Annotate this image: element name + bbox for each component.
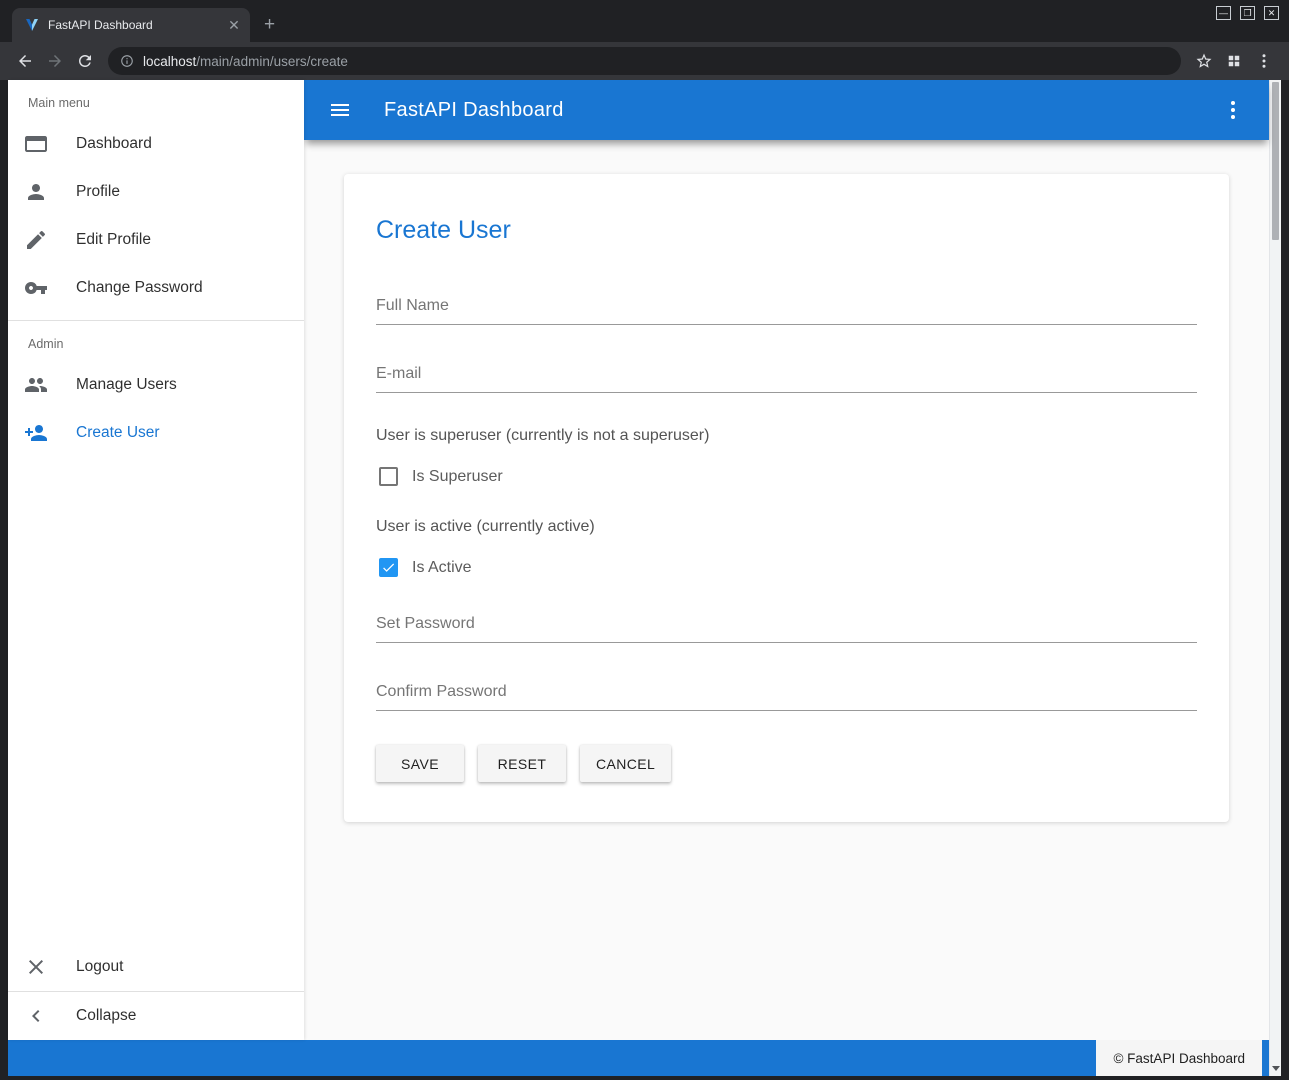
- full-name-field: [376, 291, 1197, 325]
- active-checkbox[interactable]: [379, 558, 398, 577]
- sidebar-item-label: Collapse: [76, 1007, 136, 1025]
- reset-button[interactable]: RESET: [478, 745, 566, 782]
- sidebar-item-label: Logout: [76, 958, 123, 976]
- sidebar-item-label: Profile: [76, 183, 120, 201]
- person-add-icon: [24, 421, 48, 445]
- key-icon: [24, 276, 48, 300]
- sidebar-item-manage-users[interactable]: Manage Users: [8, 361, 304, 409]
- people-icon: [24, 373, 48, 397]
- confirm-password-field: [376, 677, 1197, 711]
- sidebar-item-collapse[interactable]: Collapse: [8, 992, 304, 1040]
- sidebar-caption-main-menu: Main menu: [8, 80, 304, 120]
- sidebar-item-label: Manage Users: [76, 376, 177, 394]
- sidebar-item-edit-profile[interactable]: Edit Profile: [8, 216, 304, 264]
- browser-tab-strip: FastAPI Dashboard ✕ + — ❒ ✕: [0, 0, 1289, 42]
- app-bar: FastAPI Dashboard: [304, 80, 1269, 140]
- active-hint: User is active (currently active): [376, 518, 1197, 536]
- content-area: Create User User is superuser (currently…: [304, 140, 1269, 1040]
- tab-title: FastAPI Dashboard: [48, 18, 218, 32]
- minimize-button[interactable]: —: [1216, 6, 1231, 20]
- sidebar-caption-admin: Admin: [8, 321, 304, 361]
- browser-window: FastAPI Dashboard ✕ + — ❒ ✕ localhost/ma…: [0, 0, 1289, 1080]
- url-path: /main/admin/users/create: [196, 54, 348, 69]
- browser-tab[interactable]: FastAPI Dashboard ✕: [12, 8, 250, 42]
- new-tab-button[interactable]: +: [264, 17, 275, 33]
- active-checkbox-label[interactable]: Is Active: [412, 559, 472, 577]
- full-name-input[interactable]: [376, 291, 1197, 325]
- site-info-icon[interactable]: [120, 54, 134, 68]
- back-icon[interactable]: [10, 46, 40, 76]
- superuser-checkbox-label[interactable]: Is Superuser: [412, 468, 503, 486]
- url-text: localhost/main/admin/users/create: [143, 54, 348, 69]
- sidebar-item-change-password[interactable]: Change Password: [8, 264, 304, 312]
- scrollbar-thumb[interactable]: [1272, 82, 1279, 240]
- set-password-input[interactable]: [376, 609, 1197, 643]
- email-field: [376, 359, 1197, 393]
- window-close-button[interactable]: ✕: [1264, 6, 1279, 20]
- pencil-icon: [24, 228, 48, 252]
- bookmark-star-icon[interactable]: [1189, 46, 1219, 76]
- window-controls: — ❒ ✕: [1216, 6, 1279, 20]
- page: Main menu Dashboard Profile: [8, 80, 1281, 1076]
- page-title: Create User: [376, 216, 1197, 245]
- sidebar-item-dashboard[interactable]: Dashboard: [8, 120, 304, 168]
- reload-icon[interactable]: [70, 46, 100, 76]
- browser-menu-icon[interactable]: [1249, 46, 1279, 76]
- create-user-card: Create User User is superuser (currently…: [344, 174, 1229, 822]
- url-host: localhost: [143, 54, 196, 69]
- sidebar-item-label: Create User: [76, 424, 160, 442]
- main-area: FastAPI Dashboard Create User: [304, 80, 1269, 1040]
- person-icon: [24, 180, 48, 204]
- appbar-kebab-icon[interactable]: [1213, 90, 1253, 130]
- sidebar-item-label: Change Password: [76, 279, 203, 297]
- check-icon: [381, 560, 396, 575]
- appbar-title: FastAPI Dashboard: [384, 99, 564, 122]
- email-input[interactable]: [376, 359, 1197, 393]
- set-password-field: [376, 609, 1197, 643]
- page-body: Main menu Dashboard Profile: [8, 80, 1281, 1040]
- sidebar-item-logout[interactable]: Logout: [8, 943, 304, 991]
- scrollbar-down-arrow-icon[interactable]: [1270, 1063, 1281, 1073]
- forward-icon[interactable]: [40, 46, 70, 76]
- sidebar-item-label: Dashboard: [76, 135, 152, 153]
- address-bar[interactable]: localhost/main/admin/users/create: [108, 47, 1181, 75]
- sidebar-item-create-user[interactable]: Create User: [8, 409, 304, 457]
- dashboard-icon: [24, 132, 48, 156]
- chevron-left-icon: [24, 1004, 48, 1028]
- sidebar: Main menu Dashboard Profile: [8, 80, 304, 1040]
- hamburger-menu-icon[interactable]: [320, 90, 360, 130]
- browser-toolbar: localhost/main/admin/users/create: [0, 42, 1289, 80]
- page-scrollbar[interactable]: [1269, 80, 1281, 1076]
- logout-close-icon: [24, 955, 48, 979]
- vuetify-favicon-icon: [24, 17, 40, 33]
- extensions-icon[interactable]: [1219, 46, 1249, 76]
- confirm-password-input[interactable]: [376, 677, 1197, 711]
- tab-close-icon[interactable]: ✕: [226, 17, 242, 33]
- superuser-checkbox-row[interactable]: Is Superuser: [376, 467, 1197, 486]
- form-actions: SAVE RESET CANCEL: [376, 745, 1197, 782]
- maximize-button[interactable]: ❒: [1240, 6, 1255, 20]
- sidebar-spacer: [8, 457, 304, 943]
- sidebar-item-profile[interactable]: Profile: [8, 168, 304, 216]
- superuser-checkbox[interactable]: [379, 467, 398, 486]
- sidebar-item-label: Edit Profile: [76, 231, 151, 249]
- superuser-hint: User is superuser (currently is not a su…: [376, 427, 1197, 445]
- footer-copyright: © FastAPI Dashboard: [1096, 1040, 1262, 1076]
- footer: © FastAPI Dashboard: [8, 1040, 1269, 1076]
- active-checkbox-row[interactable]: Is Active: [376, 558, 1197, 577]
- cancel-button[interactable]: CANCEL: [580, 745, 671, 782]
- save-button[interactable]: SAVE: [376, 745, 464, 782]
